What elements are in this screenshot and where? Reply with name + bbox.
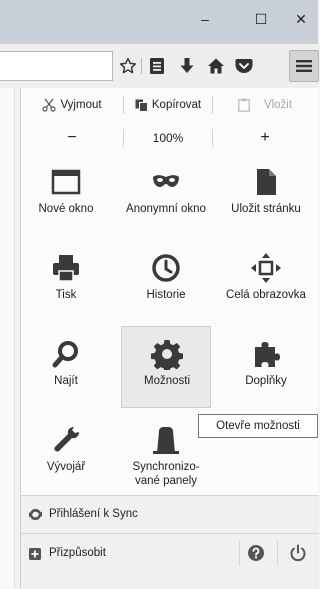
copy-button[interactable]: Kopírovat — [124, 88, 212, 122]
url-bar[interactable] — [0, 51, 113, 81]
plus-square-icon — [29, 548, 41, 560]
scissors-icon — [42, 98, 57, 112]
fullscreen-icon — [251, 253, 281, 283]
hamburger-menu-button[interactable] — [289, 50, 319, 82]
customize-button[interactable]: Přizpůsobit — [21, 534, 221, 574]
options-button[interactable]: Možnosti — [121, 326, 211, 408]
paste-label: Vložit — [263, 99, 293, 111]
download-icon[interactable] — [175, 54, 199, 78]
zoom-controls: − 100% + — [21, 122, 319, 154]
footer-separator — [239, 540, 240, 566]
hamburger-menu-icon — [296, 60, 312, 72]
menu-item-label: Historie — [146, 289, 186, 301]
menu-item-label: Nové okno — [38, 203, 94, 215]
pocket-icon[interactable] — [232, 54, 256, 78]
zoom-out-button[interactable]: − — [21, 122, 123, 154]
new-window-button[interactable]: Nové okno — [21, 160, 111, 240]
save-page-icon — [257, 169, 276, 195]
power-icon — [290, 544, 306, 562]
customize-label: Přizpůsobit — [49, 547, 106, 559]
edit-controls: Vyjmout Kopírovat Vložit — [21, 88, 319, 122]
menu-item-label: Doplňky — [245, 375, 287, 387]
menu-item-label: Tisk — [55, 289, 77, 301]
history-button[interactable]: Historie — [121, 246, 211, 326]
save-page-button[interactable]: Uložit stránku — [221, 160, 311, 240]
options-tooltip: Otevře možnosti — [198, 414, 318, 438]
zoom-level: 100% — [152, 131, 184, 145]
menu-item-label: Vývojář — [46, 461, 86, 473]
navigation-toolbar — [0, 44, 319, 89]
sync-footer[interactable]: Přihlášení k Sync — [21, 495, 319, 534]
private-window-button[interactable]: Anonymní okno — [121, 160, 211, 240]
page-content-edge — [0, 88, 20, 588]
find-button[interactable]: Najít — [21, 332, 111, 412]
new-window-icon — [51, 169, 81, 195]
fullscreen-button[interactable]: Celá obrazovka — [221, 246, 311, 326]
quit-button[interactable] — [289, 544, 309, 564]
menu-item-label: Anonymní okno — [126, 203, 206, 215]
menu-item-label: Možnosti — [143, 375, 191, 387]
zoom-reset-button[interactable]: 100% — [124, 122, 212, 154]
history-clock-icon — [152, 254, 180, 282]
developer-wrench-icon — [54, 427, 79, 452]
minimize-button[interactable]: – — [188, 6, 222, 32]
maximize-icon: ☐ — [254, 10, 268, 27]
help-icon — [248, 545, 264, 561]
cut-button[interactable]: Vyjmout — [21, 88, 123, 122]
help-button[interactable] — [247, 544, 267, 564]
options-gear-icon — [151, 340, 183, 370]
zoom-out-icon: − — [67, 129, 77, 146]
addons-puzzle-icon — [255, 342, 280, 367]
addons-button[interactable]: Doplňky — [221, 332, 311, 412]
footer-separator — [277, 540, 278, 566]
menu-item-label: Synchronizo-vané panely — [132, 461, 200, 487]
sync-icon — [29, 508, 42, 521]
print-button[interactable]: Tisk — [21, 246, 111, 326]
menu-item-label: Celá obrazovka — [226, 289, 306, 301]
home-icon[interactable] — [204, 54, 228, 78]
print-icon — [53, 255, 79, 282]
private-mask-icon — [153, 175, 179, 187]
maximize-button[interactable]: ☐ — [244, 6, 278, 32]
star-icon[interactable] — [116, 54, 140, 78]
customize-footer: Přizpůsobit — [21, 533, 319, 589]
menu-item-label: Uložit stránku — [231, 203, 301, 215]
reading-list-icon[interactable] — [145, 54, 169, 78]
find-magnifier-icon — [52, 341, 78, 368]
app-menu-panel: Vyjmout Kopírovat Vložit − 100% + Nové o… — [20, 88, 319, 589]
cut-label: Vyjmout — [60, 99, 102, 111]
synced-tabs-icon — [153, 427, 179, 454]
zoom-in-icon: + — [260, 129, 270, 146]
developer-button[interactable]: Vývojář — [21, 418, 111, 498]
window-titlebar: – ☐ ✕ — [0, 0, 318, 44]
menu-item-label: Najít — [54, 375, 78, 387]
sync-label: Přihlášení k Sync — [49, 508, 138, 520]
minimize-icon: – — [201, 11, 209, 27]
close-window-button[interactable]: ✕ — [284, 6, 318, 32]
clipboard-icon — [238, 98, 250, 112]
toolbar-separator — [141, 58, 142, 74]
copy-icon — [135, 99, 148, 112]
paste-button[interactable]: Vložit — [213, 88, 317, 122]
copy-label: Kopírovat — [151, 99, 202, 111]
close-icon: ✕ — [295, 10, 307, 27]
zoom-in-button[interactable]: + — [213, 122, 317, 154]
